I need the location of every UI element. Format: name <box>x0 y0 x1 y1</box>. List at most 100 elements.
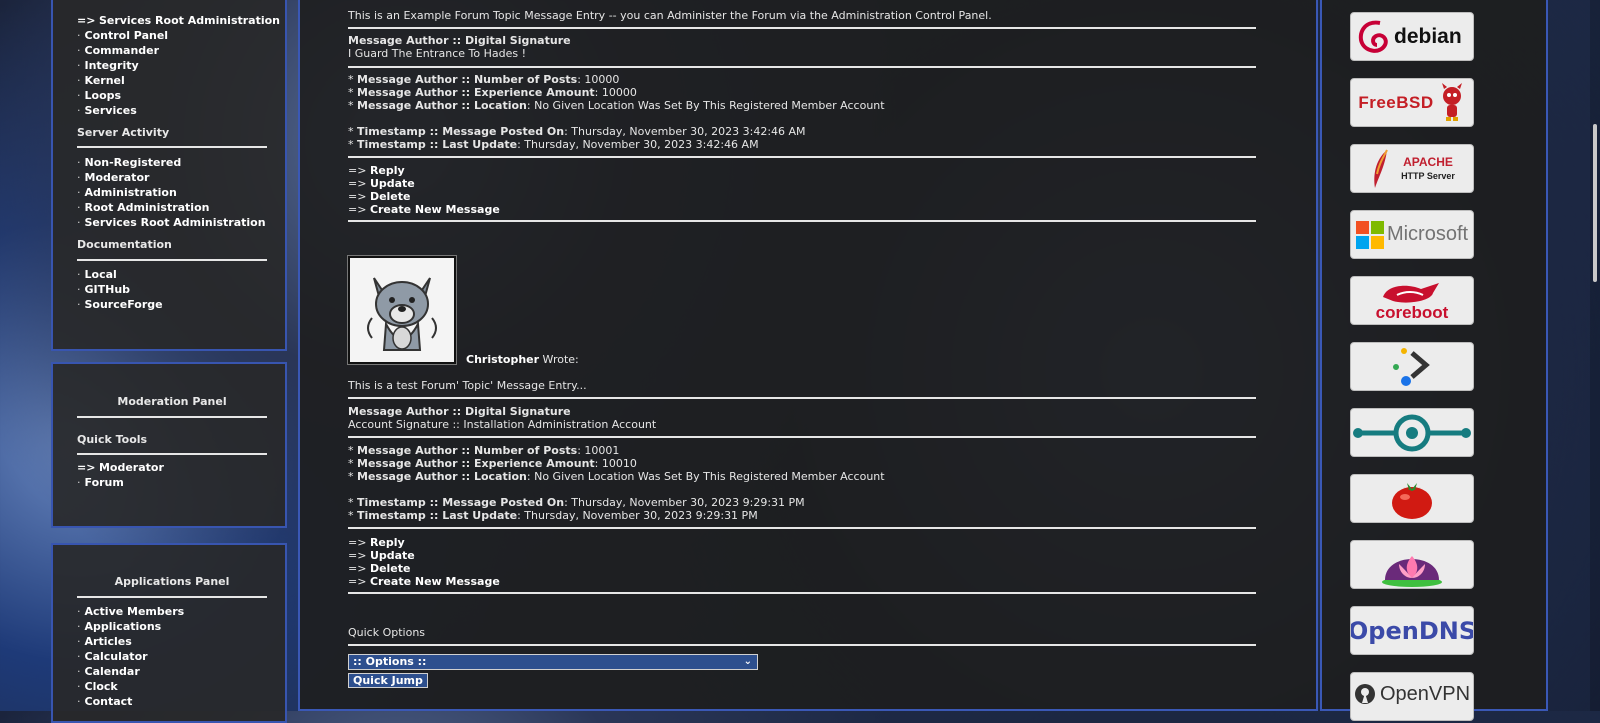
divider <box>348 397 1256 399</box>
tomato-logo[interactable] <box>1350 474 1474 523</box>
menu-item-services-root-administration[interactable]: => Services Root Administration <box>77 13 280 28</box>
menu-item-non-registered[interactable]: · Non-Registered <box>77 155 267 170</box>
post-message: This is an Example Forum Topic Message E… <box>348 9 992 22</box>
opendns-logo[interactable]: OpenDNS <box>1350 606 1474 655</box>
divider <box>348 436 1256 438</box>
debian-swirl-icon: debian <box>1358 20 1462 53</box>
update-link[interactable]: => Update <box>348 549 1256 562</box>
menu-item-applications[interactable]: · Applications <box>77 619 267 634</box>
menu-item-github[interactable]: · GITHub <box>77 282 267 297</box>
menu-item-loops[interactable]: · Loops <box>77 88 267 103</box>
lotus-logo[interactable] <box>1350 540 1474 589</box>
scrollbar-thumb[interactable] <box>1593 124 1597 282</box>
divider <box>348 220 1256 222</box>
menu-item-articles[interactable]: · Articles <box>77 634 267 649</box>
quick-tools-heading: Quick Tools <box>77 433 148 446</box>
openvpn-shield-icon <box>1354 684 1375 704</box>
author-stats: * Message Author :: Number of Posts: 100… <box>348 444 885 522</box>
coreboot-rabbit-icon <box>1383 282 1439 303</box>
chevron-down-icon: ⌄ <box>743 656 752 667</box>
menu-item-calendar[interactable]: · Calendar <box>77 664 267 679</box>
divider <box>77 453 267 455</box>
post-signature: Message Author :: Digital Signature I Gu… <box>348 34 1256 60</box>
forum-topic-panel: This is an Example Forum Topic Message E… <box>298 0 1318 711</box>
divider <box>77 596 267 598</box>
signature-label: Message Author :: Digital Signature <box>348 34 571 47</box>
quick-options-label: Quick Options <box>348 626 426 639</box>
create-new-message-link[interactable]: => Create New Message <box>348 203 1256 216</box>
menu-item-calculator[interactable]: · Calculator <box>77 649 267 664</box>
menu-item-administration[interactable]: · Administration <box>77 185 267 200</box>
menu-item-services[interactable]: · Services <box>77 103 267 118</box>
debian-logo[interactable]: debian <box>1350 12 1474 61</box>
menu-item-commander[interactable]: · Commander <box>77 43 267 58</box>
moderation-panel-title: Moderation Panel <box>117 395 227 408</box>
signature-text: Account Signature :: Installation Admini… <box>348 418 657 431</box>
divider <box>77 416 267 418</box>
menu-item-active-members[interactable]: · Active Members <box>77 604 267 619</box>
menu-item-integrity[interactable]: · Integrity <box>77 58 267 73</box>
menu-item-moderator-tool[interactable]: => Moderator <box>77 460 267 475</box>
server-activity-list: · Non-Registered · Moderator · Administrati… <box>77 155 267 230</box>
post-actions: => Reply => Update => Delete => Create N… <box>348 164 1256 216</box>
delete-link[interactable]: => Delete <box>348 562 1256 575</box>
openvpn-logo[interactable]: OpenVPN <box>1350 672 1474 721</box>
post-signature: Message Author :: Digital Signature Acco… <box>348 405 1256 431</box>
menu-item-sourceforge[interactable]: · SourceForge <box>77 297 267 312</box>
menu-item-local[interactable]: · Local <box>77 267 267 282</box>
menu-item-contact[interactable]: · Contact <box>77 694 267 709</box>
tomato-icon <box>1392 482 1432 519</box>
applications-list: · Active Members · Applications · Articles … <box>77 604 267 709</box>
lineageos-icon <box>1353 414 1471 451</box>
delete-link[interactable]: => Delete <box>348 190 1256 203</box>
post-author-line: Christopher Wrote: <box>466 353 579 366</box>
signature-label: Message Author :: Digital Signature <box>348 405 571 418</box>
applications-panel-title: Applications Panel <box>114 575 230 588</box>
menu-item-kernel[interactable]: · Kernel <box>77 73 267 88</box>
menu-item-control-panel[interactable]: · Control Panel <box>77 28 267 43</box>
menu-item-forum[interactable]: · Forum <box>77 475 267 490</box>
admin-navigation-panel: => Services Root Administration · Control… <box>51 0 287 351</box>
apache-logo[interactable]: APACHE HTTP Server <box>1350 144 1474 193</box>
terminal-prompt-icon <box>1393 347 1430 386</box>
documentation-heading: Documentation <box>77 238 172 251</box>
terminal-logo[interactable] <box>1350 342 1474 391</box>
divider <box>348 27 1256 29</box>
menu-item-services-root-administration-2[interactable]: · Services Root Administration <box>77 215 267 230</box>
options-select[interactable]: :: Options :: ⌄ <box>348 654 758 670</box>
divider <box>348 592 1256 594</box>
menu-item-clock[interactable]: · Clock <box>77 679 267 694</box>
server-activity-heading: Server Activity <box>77 126 170 139</box>
menu-item-moderator[interactable]: · Moderator <box>77 170 267 185</box>
lineage-logo[interactable] <box>1350 408 1474 457</box>
applications-panel: Applications Panel · Active Members · Appl… <box>51 543 287 723</box>
divider <box>348 644 1256 646</box>
author-stats: * Message Author :: Number of Posts: 100… <box>348 73 885 151</box>
beastie-icon <box>1441 82 1462 121</box>
apache-feather-icon <box>1374 149 1388 188</box>
documentation-list: · Local · GITHub · SourceForge <box>77 267 267 312</box>
coreboot-logo[interactable]: coreboot <box>1350 276 1474 325</box>
sponsor-logos-panel: debian FreeBSD APACHE HTTP Server Micros… <box>1320 0 1548 721</box>
page-scrollbar[interactable] <box>1590 0 1600 711</box>
svg-text:debian: debian <box>1394 25 1462 48</box>
divider <box>348 156 1256 158</box>
author-name[interactable]: Christopher <box>466 353 539 366</box>
update-link[interactable]: => Update <box>348 177 1256 190</box>
moderation-list: => Moderator · Forum <box>77 460 267 490</box>
divider <box>77 146 267 148</box>
create-new-message-link[interactable]: => Create New Message <box>348 575 1256 588</box>
post-message: This is a test Forum' Topic' Message Ent… <box>348 379 587 392</box>
wolf-avatar-icon <box>350 258 454 362</box>
freebsd-logo[interactable]: FreeBSD <box>1350 78 1474 127</box>
signature-text: I Guard The Entrance To Hades ! <box>348 47 526 60</box>
reply-link[interactable]: => Reply <box>348 536 1256 549</box>
reply-link[interactable]: => Reply <box>348 164 1256 177</box>
divider <box>77 259 267 261</box>
microsoft-logo[interactable]: Microsoft <box>1350 210 1474 259</box>
admin-menu: => Services Root Administration · Control… <box>77 13 280 118</box>
quick-jump-button[interactable]: Quick Jump <box>348 673 428 688</box>
author-avatar[interactable] <box>348 256 456 364</box>
divider <box>348 527 1256 529</box>
menu-item-root-administration[interactable]: · Root Administration <box>77 200 267 215</box>
